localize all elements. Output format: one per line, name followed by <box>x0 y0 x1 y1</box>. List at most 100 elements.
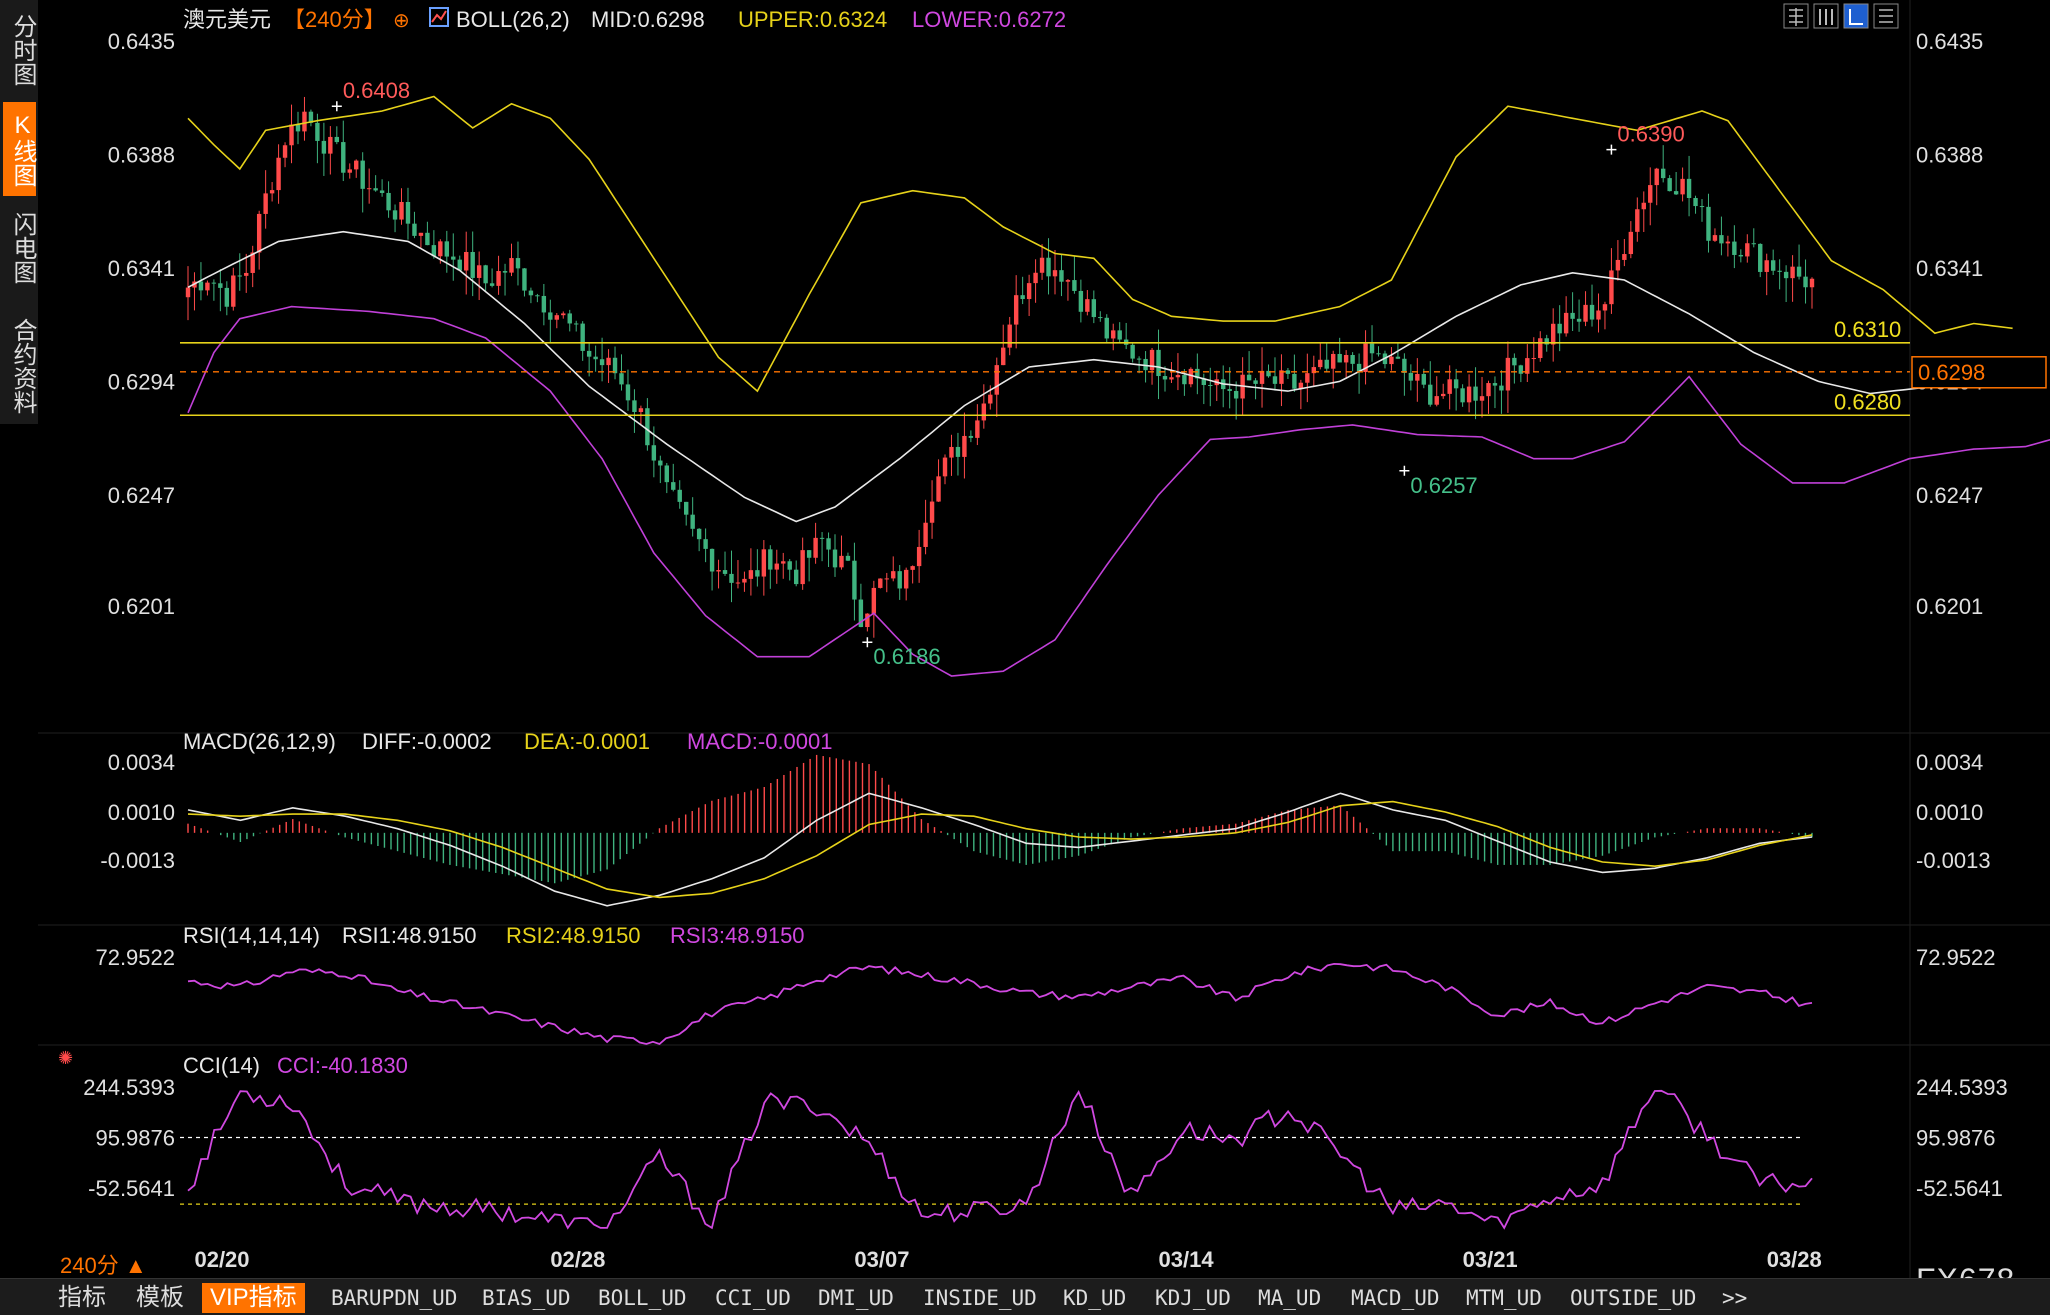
candle <box>742 578 747 583</box>
candle <box>1641 202 1646 210</box>
chart-area: 澳元美元 【240分】 ⊕ BOLL(26,2) MID:0.6298 UPPE… <box>0 0 2050 1278</box>
tab-time-chart[interactable]: 分时图 <box>3 6 36 94</box>
candle <box>619 373 624 385</box>
y-tick-label: 0.0010 <box>1916 800 1983 825</box>
candle <box>237 275 242 277</box>
candle <box>451 256 456 260</box>
rsi-label: RSI3:48.9150 <box>670 923 805 948</box>
tab-vip-indicators[interactable]: VIP指标 <box>202 1283 305 1313</box>
period-tag[interactable]: 【240分】 <box>283 7 386 32</box>
tab-macd[interactable]: MACD_UD <box>1351 1283 1440 1313</box>
candle <box>645 408 650 446</box>
tab-flash-chart[interactable]: 闪电图 <box>3 204 36 292</box>
candle <box>1615 259 1621 271</box>
tab-bias[interactable]: BIAS_UD <box>482 1283 571 1313</box>
candle <box>1712 235 1718 241</box>
candle <box>683 501 689 515</box>
tab-inside[interactable]: INSIDE_UD <box>923 1283 1037 1313</box>
candle <box>295 124 301 132</box>
candle <box>1596 310 1601 320</box>
candle <box>599 359 605 366</box>
boll-mid-label: MID:0.6298 <box>591 7 705 32</box>
candle <box>936 476 941 502</box>
macd-label: DEA:-0.0001 <box>524 729 650 754</box>
candle <box>625 384 631 401</box>
x-tick-label: 02/20 <box>194 1247 249 1272</box>
candle <box>528 290 534 296</box>
candle <box>496 271 501 286</box>
candle <box>1175 375 1181 378</box>
candle <box>205 282 210 291</box>
candle <box>1622 254 1627 260</box>
macd-label: MACD(26,12,9) <box>183 729 336 754</box>
y-tick-label: 0.0034 <box>1916 750 1983 775</box>
candle <box>1052 270 1058 277</box>
candle <box>1272 376 1278 384</box>
candle <box>1492 383 1498 386</box>
candle <box>826 538 831 550</box>
tab-more[interactable]: >> <box>1722 1283 1747 1313</box>
candle <box>852 560 857 600</box>
boll-label: BOLL(26,2) <box>456 7 570 32</box>
candle <box>418 232 424 236</box>
candle <box>891 571 896 579</box>
candle <box>632 400 637 413</box>
candle <box>1072 280 1077 291</box>
tab-templates[interactable]: 模板 <box>136 1283 184 1313</box>
left-sidebar: 分时图 K线图 闪电图 合约资料 <box>0 0 38 424</box>
candle <box>522 268 527 291</box>
tab-contract-info[interactable]: 合约资料 <box>3 308 36 424</box>
period-selector[interactable]: 240分 ▲ <box>60 1248 147 1280</box>
candle <box>1447 379 1452 394</box>
candle <box>781 561 786 564</box>
y-tick-label: 95.9876 <box>1916 1126 1996 1151</box>
tab-outside[interactable]: OUTSIDE_UD <box>1570 1283 1696 1313</box>
candle <box>1725 241 1731 244</box>
candle <box>489 283 495 286</box>
tab-ma[interactable]: MA_UD <box>1258 1283 1321 1313</box>
candle <box>1654 168 1659 186</box>
candle <box>1350 354 1355 364</box>
candle <box>1602 304 1608 311</box>
tab-kline-chart[interactable]: K线图 <box>3 102 36 196</box>
candle <box>224 287 230 307</box>
candle <box>386 192 391 211</box>
candle <box>1033 272 1038 284</box>
candle <box>354 160 359 170</box>
tab-mtm[interactable]: MTM_UD <box>1466 1283 1542 1313</box>
candle <box>819 537 825 539</box>
tab-boll[interactable]: BOLL_UD <box>598 1283 687 1313</box>
candle <box>541 295 547 313</box>
candle <box>703 539 708 549</box>
candle <box>606 357 611 366</box>
tab-indicators[interactable]: 指标 <box>58 1283 106 1313</box>
candle <box>761 549 767 577</box>
tab-dmi[interactable]: DMI_UD <box>818 1283 894 1313</box>
candle <box>1111 330 1116 339</box>
tab-cci[interactable]: CCI_UD <box>715 1283 791 1313</box>
candle <box>586 350 592 357</box>
tab-barupdn[interactable]: BARUPDN_UD <box>331 1283 457 1313</box>
candle <box>1026 283 1032 300</box>
candle <box>1693 198 1698 207</box>
candle <box>1337 353 1342 363</box>
tab-kdj[interactable]: KDJ_UD <box>1155 1283 1231 1313</box>
rsi-label: RSI1:48.9150 <box>342 923 477 948</box>
tab-kd[interactable]: KD_UD <box>1063 1283 1126 1313</box>
y-tick-label: 72.9522 <box>95 945 175 970</box>
candle <box>561 313 566 316</box>
candle <box>884 578 889 580</box>
candle <box>1770 260 1776 271</box>
crosshair-icon[interactable]: ⊕ <box>393 10 410 32</box>
candle <box>515 258 521 269</box>
candle <box>1473 386 1478 401</box>
y-tick-label: 0.6388 <box>108 142 175 167</box>
candle <box>211 282 217 284</box>
candle <box>806 550 812 558</box>
candle <box>1305 373 1310 383</box>
candle <box>476 265 482 278</box>
instrument-name: 澳元美元 <box>183 7 271 32</box>
candle <box>1680 178 1685 195</box>
y-tick-label: 0.6435 <box>1916 29 1983 54</box>
candle <box>962 435 967 457</box>
